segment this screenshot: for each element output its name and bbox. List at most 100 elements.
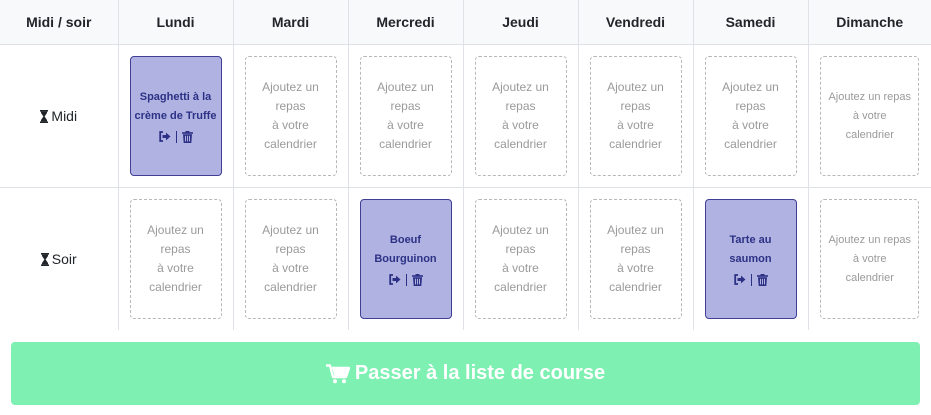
meal-name: Tarte au saumon	[729, 233, 772, 265]
empty-slot-text-line: repas	[275, 99, 306, 113]
add-meal-slot[interactable]: Ajoutez un repas à votre calendrier	[474, 56, 567, 176]
day-header-jeudi: Jeudi	[462, 0, 579, 45]
empty-slot-text-line: calendrier	[609, 137, 662, 151]
calendar-cell-vendredi: Ajoutez un repas à votre calendrier	[577, 187, 694, 330]
empty-slot-text-line: repas	[735, 99, 766, 113]
empty-slot-text-line: repas	[275, 242, 306, 256]
meal-name: Boeuf Bourguinon	[374, 233, 437, 265]
slot-label: Soir	[51, 251, 77, 267]
slot-row-soir: Soir Ajoutez un repas à votre calendrier Ajou…	[0, 187, 931, 330]
add-meal-slot[interactable]: Ajoutez un repas à votre calendrier	[474, 199, 567, 319]
empty-slot-text-line: Ajoutez un	[147, 223, 204, 237]
empty-slot-text-line: à votre	[502, 261, 539, 275]
sign-out-icon[interactable]	[158, 131, 171, 142]
empty-slot-text-line: calendrier	[149, 280, 202, 294]
meal-name: Spaghetti à la crème de Truffe	[134, 90, 217, 122]
empty-slot-text-line: à votre	[617, 261, 654, 275]
add-meal-slot[interactable]: Ajoutez un repas à votre calendrier	[359, 56, 452, 176]
empty-slot-text-line: Ajoutez un	[492, 80, 549, 94]
empty-slot-text-line: Ajoutez un	[607, 223, 664, 237]
calendar-cell-jeudi: Ajoutez un repas à votre calendrier	[462, 44, 579, 188]
calendar-cell-mardi: Ajoutez un repas à votre calendrier	[232, 187, 349, 330]
add-meal-slot[interactable]: Ajoutez un repas à votre calendrier	[820, 56, 920, 176]
corner-header: Midi / soir	[0, 0, 119, 45]
calendar-cell-lundi: Spaghetti à la crème de Truffe	[117, 44, 234, 188]
empty-slot-text-line: Ajoutez un	[262, 80, 319, 94]
day-header-samedi: Samedi	[692, 0, 809, 45]
empty-slot-text-line: repas	[505, 242, 536, 256]
add-meal-slot[interactable]: Ajoutez un repas à votre calendrier	[244, 56, 337, 176]
empty-slot-text-line: calendrier	[494, 137, 547, 151]
shopping-cart-icon	[325, 363, 350, 384]
meal-actions	[158, 129, 193, 145]
meal-card[interactable]: Boeuf Bourguinon	[359, 199, 452, 319]
empty-slot-text-line: repas	[390, 99, 421, 113]
empty-slot-text-line: calendrier	[845, 128, 894, 141]
empty-slot-text-line: repas	[160, 242, 191, 256]
add-meal-slot[interactable]: Ajoutez un repas à votre calendrier	[820, 199, 920, 319]
calendar-cell-vendredi: Ajoutez un repas à votre calendrier	[577, 44, 694, 188]
empty-slot-text-line: repas	[620, 242, 651, 256]
trash-icon[interactable]	[181, 130, 193, 143]
add-meal-slot[interactable]: Ajoutez un repas à votre calendrier	[704, 56, 797, 176]
sign-out-icon[interactable]	[388, 274, 401, 285]
empty-slot-text-line: repas	[620, 99, 651, 113]
meal-planner: Midi / soir Lundi Mardi Mercredi Jeudi V…	[0, 0, 931, 415]
slot-label: Midi	[51, 108, 78, 124]
action-separator	[175, 130, 177, 143]
calendar-cell-dimanche: Ajoutez un repas à votre calendrier	[807, 187, 931, 330]
trash-icon[interactable]	[756, 273, 768, 286]
action-separator	[750, 273, 752, 286]
empty-slot-text-line: calendrier	[609, 280, 662, 294]
empty-slot-text-line: repas	[505, 99, 536, 113]
day-header-vendredi: Vendredi	[577, 0, 694, 45]
meal-actions	[388, 272, 423, 288]
calendar-cell-samedi: Tarte au saumon	[692, 187, 809, 330]
empty-slot-text-line: Ajoutez un	[722, 80, 779, 94]
weekly-calendar: Midi / soir Lundi Mardi Mercredi Jeudi V…	[0, 0, 931, 330]
slot-row-midi: Midi Spaghetti à la crème de Truffe Ajoute…	[0, 44, 931, 188]
sign-out-icon[interactable]	[733, 274, 746, 285]
calendar-cell-mardi: Ajoutez un repas à votre calendrier	[232, 44, 349, 188]
empty-slot-text-line: à votre	[732, 118, 769, 132]
empty-slot-text-line: calendrier	[379, 137, 432, 151]
empty-slot-text-line: calendrier	[724, 137, 777, 151]
empty-slot-text-line: Ajoutez un	[607, 80, 664, 94]
empty-slot-text-line: calendrier	[264, 137, 317, 151]
empty-slot-text-line: Ajoutez un	[262, 223, 319, 237]
add-meal-slot[interactable]: Ajoutez un repas à votre calendrier	[589, 56, 682, 176]
empty-slot-text-line: à votre	[617, 118, 654, 132]
calendar-cell-mercredi: Boeuf Bourguinon	[347, 187, 464, 330]
calendar-header-row: Midi / soir Lundi Mardi Mercredi Jeudi V…	[0, 0, 931, 45]
slot-label-cell: Soir	[0, 187, 119, 330]
empty-slot-text-line: à votre	[852, 109, 887, 122]
empty-slot-text-line: à votre	[157, 261, 194, 275]
slot-label-cell: Midi	[0, 44, 119, 188]
calendar-cell-lundi: Ajoutez un repas à votre calendrier	[117, 187, 234, 330]
empty-slot-text-line: calendrier	[845, 271, 894, 284]
calendar-cell-samedi: Ajoutez un repas à votre calendrier	[692, 44, 809, 188]
shopping-list-button[interactable]: Passer à la liste de course	[11, 342, 920, 405]
day-header-dimanche: Dimanche	[807, 0, 931, 45]
meal-actions	[733, 272, 768, 288]
trash-icon[interactable]	[411, 273, 423, 286]
empty-slot-text-line: calendrier	[494, 280, 547, 294]
calendar-cell-jeudi: Ajoutez un repas à votre calendrier	[462, 187, 579, 330]
calendar-cell-mercredi: Ajoutez un repas à votre calendrier	[347, 44, 464, 188]
empty-slot-text-line: Ajoutez un repas	[828, 233, 912, 246]
day-header-mercredi: Mercredi	[347, 0, 464, 45]
day-header-lundi: Lundi	[117, 0, 234, 45]
action-separator	[405, 273, 407, 286]
meal-card[interactable]: Tarte au saumon	[704, 199, 797, 319]
meal-card[interactable]: Spaghetti à la crème de Truffe	[129, 56, 222, 176]
empty-slot-text-line: à votre	[272, 118, 309, 132]
empty-slot-text-line: Ajoutez un	[377, 80, 434, 94]
add-meal-slot[interactable]: Ajoutez un repas à votre calendrier	[129, 199, 222, 319]
shopping-list-button-label: Passer à la liste de course	[354, 362, 606, 384]
calendar-cell-dimanche: Ajoutez un repas à votre calendrier	[807, 44, 931, 188]
hourglass-icon	[40, 253, 49, 266]
add-meal-slot[interactable]: Ajoutez un repas à votre calendrier	[244, 199, 337, 319]
empty-slot-text-line: à votre	[852, 252, 887, 265]
day-header-mardi: Mardi	[232, 0, 349, 45]
add-meal-slot[interactable]: Ajoutez un repas à votre calendrier	[589, 199, 682, 319]
